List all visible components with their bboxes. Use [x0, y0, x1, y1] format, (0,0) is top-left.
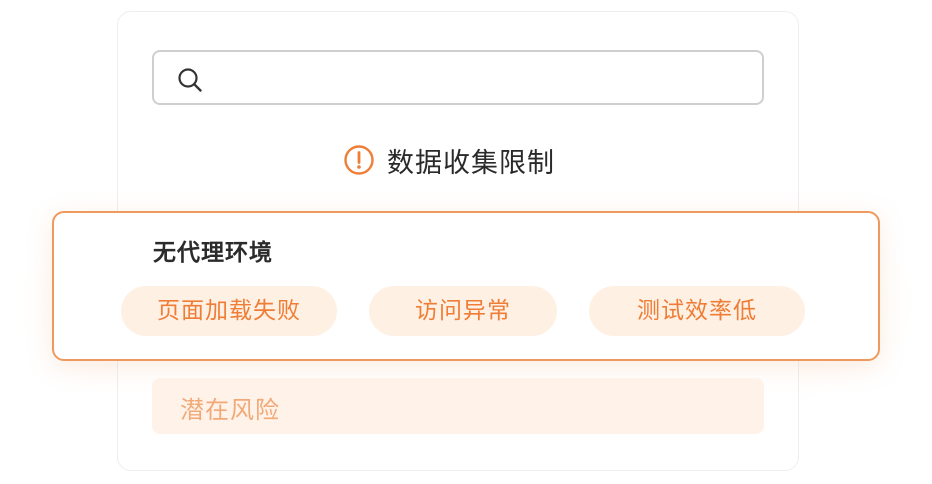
proxyless-environment-card: 无代理环境 页面加载失败 访问异常 测试效率低	[52, 211, 880, 361]
card-title: 无代理环境	[153, 240, 273, 266]
risk-label: 潜在风险	[180, 396, 280, 424]
notice-text: 数据收集限制	[387, 147, 555, 179]
search-icon	[178, 68, 202, 92]
exclamation-circle-icon	[344, 145, 374, 175]
tag-page-load-failed[interactable]: 页面加载失败	[121, 286, 337, 336]
stage: 数据收集限制 无代理环境 页面加载失败 访问异常 测试效率低 潜在风险	[0, 0, 932, 484]
tag-access-anomaly[interactable]: 访问异常	[369, 286, 557, 336]
data-collection-notice: 数据收集限制	[343, 140, 555, 180]
search-bar[interactable]	[152, 50, 764, 105]
search-input[interactable]	[218, 58, 752, 100]
tag-low-test-efficiency[interactable]: 测试效率低	[589, 286, 805, 336]
potential-risk-bar: 潜在风险	[152, 378, 764, 434]
